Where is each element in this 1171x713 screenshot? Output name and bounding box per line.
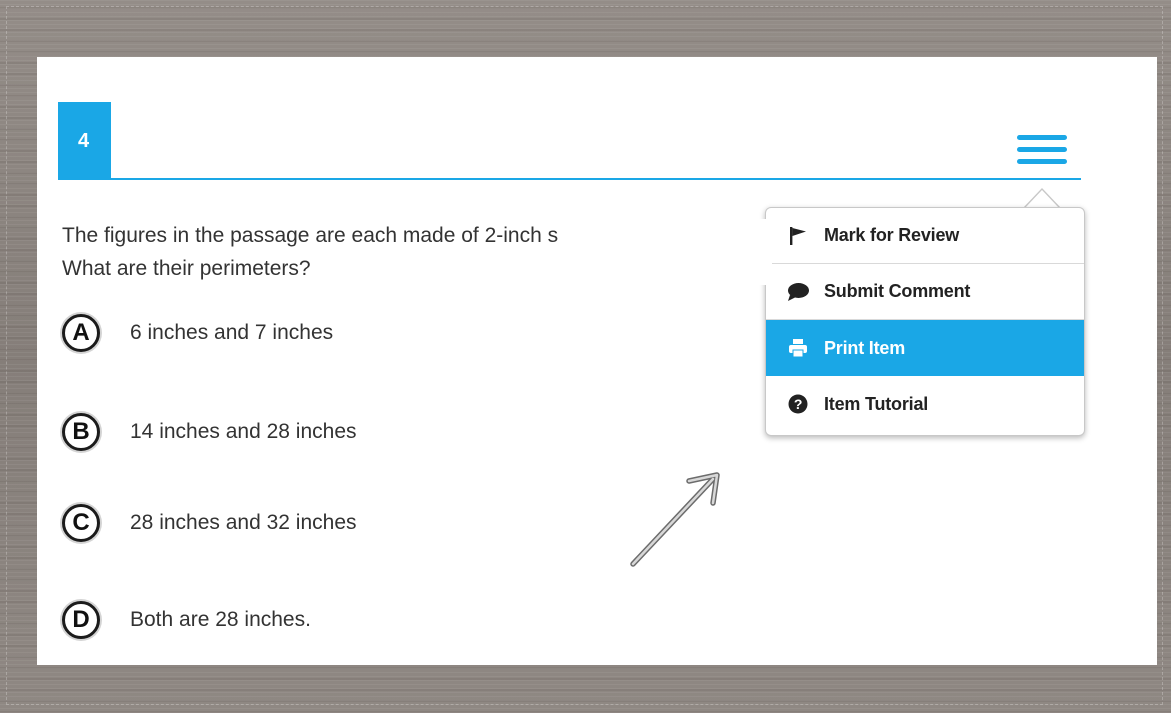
question-number: 4 (78, 130, 90, 152)
menu-item-label: Print Item (824, 337, 906, 358)
menu-overlap-mask (742, 219, 772, 285)
question-stem: The figures in the passage are each made… (62, 219, 762, 285)
question-text-line1: The figures in the passage are each made… (62, 224, 559, 247)
answer-option-c[interactable]: C 28 inches and 32 inches (62, 501, 357, 545)
answer-option-b[interactable]: B 14 inches and 28 inches (62, 410, 357, 454)
comment-icon (786, 281, 810, 303)
question-panel: 4 The figures in the passage are each ma… (37, 57, 1157, 665)
option-text-a: 6 inches and 7 inches (130, 321, 334, 344)
menu-item-print-item[interactable]: Print Item (766, 320, 1084, 376)
menu-item-mark-for-review[interactable]: Mark for Review (766, 208, 1084, 264)
menu-item-label: Item Tutorial (824, 393, 929, 414)
header-divider (58, 178, 1081, 180)
option-bubble-d[interactable]: D (62, 601, 100, 639)
svg-text:?: ? (794, 396, 802, 412)
printer-icon (786, 337, 810, 359)
option-bubble-c[interactable]: C (62, 504, 100, 542)
option-text-b: 14 inches and 28 inches (130, 420, 357, 443)
hamburger-line (1017, 147, 1067, 152)
menu-item-submit-comment[interactable]: Submit Comment (766, 264, 1084, 320)
question-number-badge: 4 (58, 102, 111, 180)
hamburger-line (1017, 135, 1067, 140)
hamburger-line (1017, 159, 1067, 164)
option-bubble-b[interactable]: B (62, 413, 100, 451)
answer-option-d[interactable]: D Both are 28 inches. (62, 598, 311, 642)
menu-caret (1025, 190, 1059, 208)
option-text-c: 28 inches and 32 inches (130, 511, 357, 534)
menu-item-item-tutorial[interactable]: ? Item Tutorial (766, 376, 1084, 432)
menu-item-label: Mark for Review (824, 225, 960, 245)
flag-icon (786, 225, 810, 247)
menu-button[interactable] (1015, 130, 1071, 170)
pointer-arrow-icon (630, 472, 720, 567)
answer-option-a[interactable]: A 6 inches and 7 inches (62, 311, 333, 355)
option-text-d: Both are 28 inches. (130, 608, 311, 631)
item-options-menu: Mark for Review Submit Comment Print Ite… (765, 207, 1085, 436)
help-icon: ? (786, 393, 810, 415)
menu-item-label: Submit Comment (824, 281, 971, 301)
question-text-line2: What are their perimeters? (62, 257, 311, 280)
option-bubble-a[interactable]: A (62, 314, 100, 352)
